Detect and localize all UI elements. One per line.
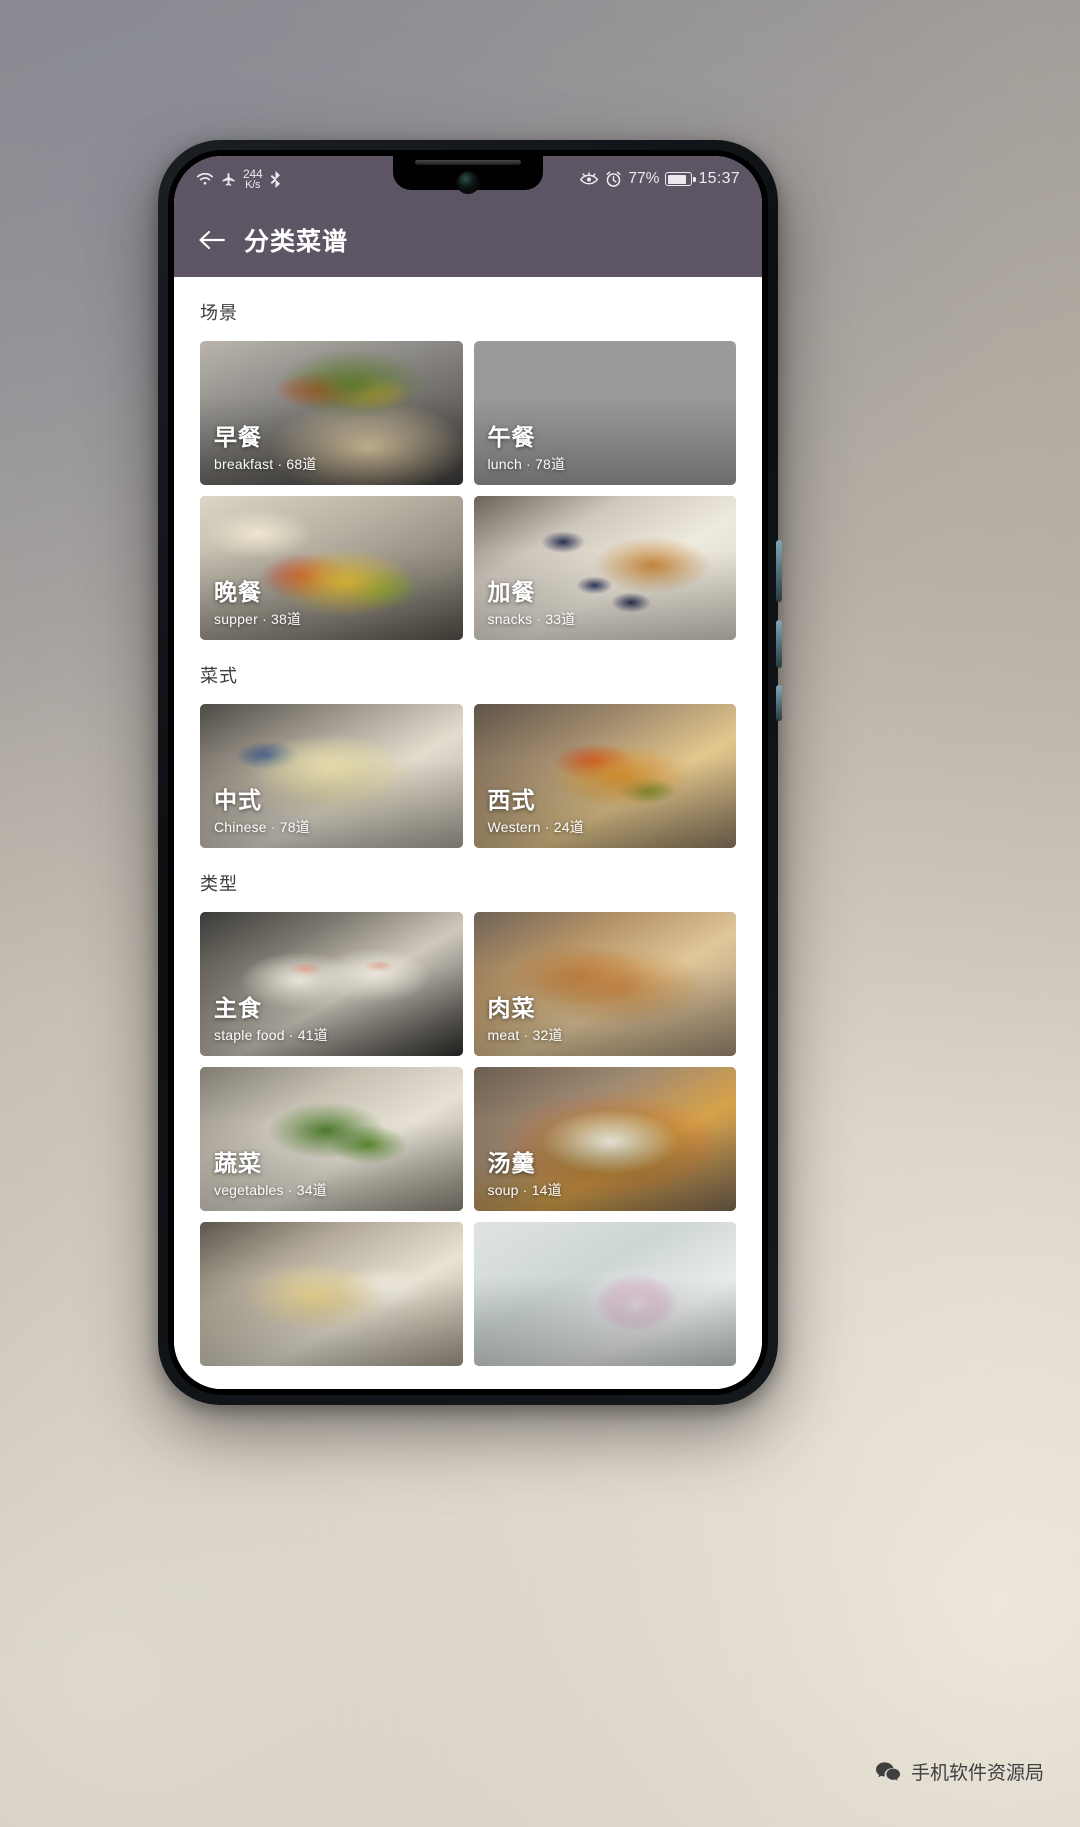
front-camera-icon (458, 172, 478, 192)
category-label-group: 早餐 breakfast · 68道 (214, 424, 453, 474)
earpiece-speaker (415, 160, 521, 165)
category-card[interactable]: 晚餐 supper · 38道 (200, 496, 463, 640)
category-scroll-view[interactable]: 场景早餐 breakfast · 68道 午餐 lunch · 78道晚餐 supper… (174, 277, 762, 1389)
category-name: 午餐 (487, 423, 536, 450)
category-subtitle: supper · 38道 (214, 611, 302, 627)
category-card[interactable] (473, 1222, 736, 1366)
category-subtitle: Western · 24道 (487, 819, 584, 835)
category-label-group: 晚餐 supper · 38道 (214, 579, 453, 629)
watermark: 手机软件资源局 (875, 1758, 1044, 1785)
phone-bezel: 244 K/s 77% 15:37 分类菜谱 场景 早餐 breakfast ·… (168, 150, 768, 1395)
category-label-group: 主食 staple food · 41道 (214, 995, 453, 1045)
category-label-group: 中式 Chinese · 78道 (214, 787, 453, 837)
watermark-text: 手机软件资源局 (910, 1763, 1044, 1784)
category-grid: 中式 Chinese · 78道 西式 Western · 24道 (174, 704, 762, 848)
category-name: 加餐 (487, 578, 536, 605)
eye-comfort-icon (579, 171, 599, 187)
category-label-group: 午餐 lunch · 78道 (488, 424, 727, 474)
category-card[interactable]: 蔬菜 vegetables · 34道 (200, 1067, 463, 1211)
category-subtitle: snacks · 33道 (487, 611, 576, 627)
category-subtitle: meat · 32道 (487, 1027, 563, 1043)
category-card[interactable]: 中式 Chinese · 78道 (200, 704, 463, 848)
category-card[interactable] (200, 1222, 463, 1366)
category-card[interactable]: 肉菜 meat · 32道 (473, 912, 736, 1056)
battery-icon (665, 172, 696, 186)
page-title: 分类菜谱 (244, 227, 349, 256)
category-subtitle: vegetables · 34道 (214, 1182, 327, 1198)
category-label-group: 西式 Western · 24道 (488, 787, 727, 837)
category-label-group: 肉菜 meat · 32道 (488, 995, 727, 1045)
category-name: 主食 (214, 994, 262, 1021)
category-label-group: 蔬菜 vegetables · 34道 (214, 1150, 453, 1200)
category-name: 中式 (214, 786, 262, 813)
category-name: 西式 (487, 786, 536, 813)
category-subtitle: lunch · 78道 (487, 456, 566, 472)
category-grid: 主食 staple food · 41道 肉菜 meat · 32道蔬菜 vegetab… (174, 912, 762, 1366)
category-card[interactable]: 加餐 snacks · 33道 (473, 496, 736, 640)
photo-overlay (473, 1222, 736, 1366)
category-label-group (488, 1351, 727, 1355)
status-clock: 15:37 (698, 170, 740, 187)
category-subtitle: Chinese · 78道 (214, 819, 310, 835)
section-title: 菜式 (200, 666, 238, 686)
extra-side-button[interactable] (776, 685, 782, 721)
category-card[interactable]: 汤羹 soup · 14道 (473, 1067, 736, 1211)
app-bar: 分类菜谱 (174, 202, 762, 277)
airplane-mode-icon (221, 172, 236, 187)
category-name: 蔬菜 (214, 1149, 262, 1176)
category-label-group: 汤羹 soup · 14道 (488, 1150, 727, 1200)
category-name: 早餐 (214, 423, 262, 450)
back-arrow-icon[interactable] (198, 228, 226, 252)
section-title: 类型 (200, 874, 238, 894)
network-speed-value: 244 (243, 166, 263, 181)
phone-device: 244 K/s 77% 15:37 分类菜谱 场景 早餐 breakfast ·… (155, 137, 782, 1408)
category-card[interactable]: 西式 Western · 24道 (473, 704, 736, 848)
network-speed-indicator: 244 K/s (243, 166, 263, 191)
category-subtitle: breakfast · 68道 (214, 456, 317, 472)
wifi-icon (196, 172, 214, 186)
section-title: 场景 (200, 303, 238, 323)
category-card[interactable]: 主食 staple food · 41道 (200, 912, 463, 1056)
phone-screen: 244 K/s 77% 15:37 分类菜谱 场景 早餐 breakfast ·… (174, 156, 762, 1389)
volume-button[interactable] (776, 540, 782, 602)
category-label-group (214, 1351, 453, 1355)
category-name: 晚餐 (214, 578, 262, 605)
battery-percent-label: 77% (628, 170, 660, 187)
category-label-group: 加餐 snacks · 33道 (488, 579, 727, 629)
alarm-icon (605, 171, 622, 188)
category-subtitle: staple food · 41道 (214, 1027, 328, 1043)
wechat-icon (875, 1761, 901, 1783)
category-grid: 早餐 breakfast · 68道 午餐 lunch · 78道晚餐 supper ·… (174, 341, 762, 640)
category-card[interactable]: 早餐 breakfast · 68道 (200, 341, 463, 485)
bluetooth-icon (269, 170, 282, 188)
network-speed-unit: K/s (245, 178, 261, 191)
category-name: 肉菜 (487, 994, 536, 1021)
category-name: 汤羹 (487, 1149, 536, 1176)
photo-overlay (200, 1222, 463, 1366)
power-button[interactable] (776, 620, 782, 668)
category-card[interactable]: 午餐 lunch · 78道 (473, 341, 736, 485)
category-subtitle: soup · 14道 (487, 1182, 562, 1198)
